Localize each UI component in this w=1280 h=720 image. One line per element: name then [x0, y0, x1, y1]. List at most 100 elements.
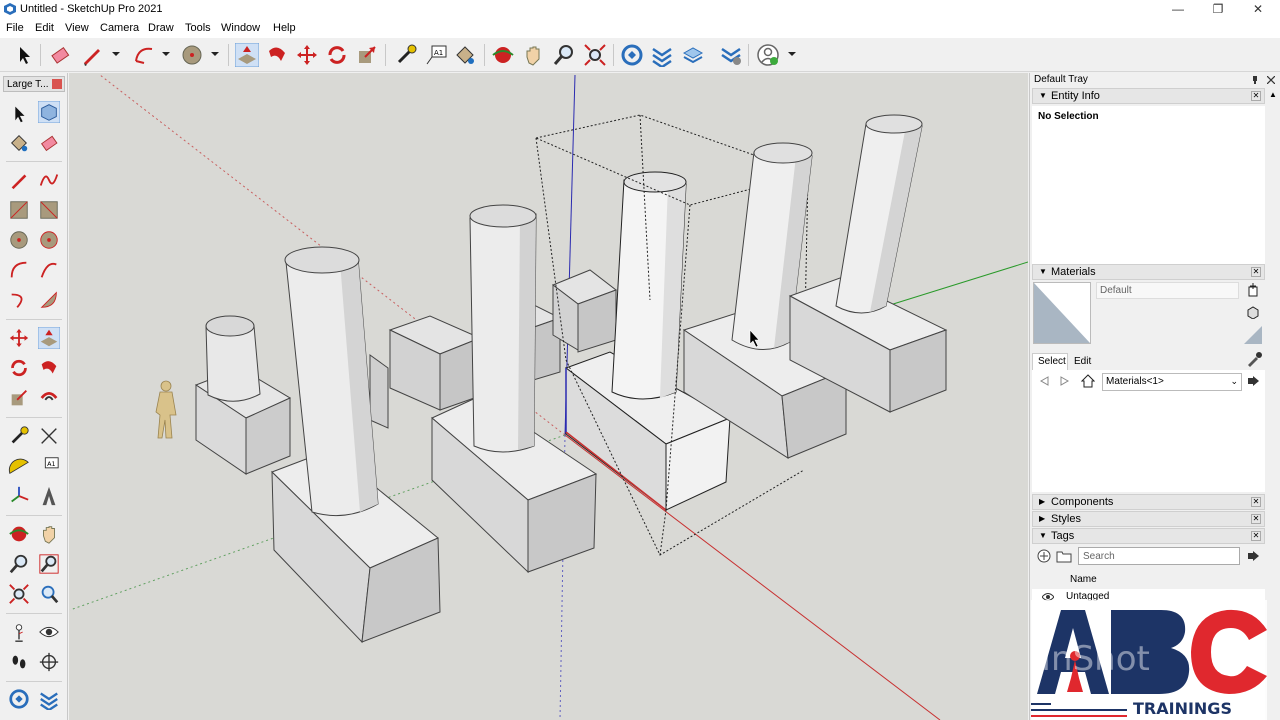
tape-measure-icon[interactable]: [394, 43, 418, 67]
entity-info-header[interactable]: ▼ Entity Info ✕: [1032, 88, 1265, 104]
section-plane-icon[interactable]: [38, 651, 60, 673]
rotate-icon[interactable]: [325, 43, 349, 67]
details-arrow-icon[interactable]: [1248, 375, 1260, 387]
menu-tools[interactable]: Tools: [185, 22, 211, 34]
scale-icon[interactable]: [8, 387, 30, 409]
arc-icon[interactable]: [8, 259, 30, 281]
material-name-field[interactable]: Default: [1096, 282, 1239, 299]
follow-me-icon[interactable]: [38, 357, 60, 379]
close-icon[interactable]: ✕: [1251, 531, 1261, 541]
paint-bucket-icon[interactable]: [453, 43, 477, 67]
tray-scrollbar[interactable]: ▲: [1266, 88, 1280, 718]
pie-icon[interactable]: [38, 289, 60, 311]
offset-icon[interactable]: [38, 387, 60, 409]
axes-icon[interactable]: [8, 485, 30, 507]
zoom-window-icon[interactable]: [38, 553, 60, 575]
close-icon[interactable]: ✕: [1251, 514, 1261, 524]
menu-draw[interactable]: Draw: [148, 22, 174, 34]
details-arrow-icon[interactable]: [1248, 550, 1260, 562]
two-point-arc-icon[interactable]: [38, 259, 60, 281]
styles-header[interactable]: ▶ Styles ✕: [1032, 511, 1265, 527]
previous-view-icon[interactable]: [38, 583, 60, 605]
drawing-viewport[interactable]: [69, 73, 1028, 720]
circle-shape-icon[interactable]: [8, 229, 30, 251]
sample-paint-eyedropper-icon[interactable]: [1246, 351, 1262, 367]
rectangle-icon[interactable]: [8, 199, 30, 221]
zoom-icon[interactable]: [552, 43, 576, 67]
menu-help[interactable]: Help: [273, 22, 296, 34]
pan-hand-icon[interactable]: [521, 43, 545, 67]
warehouse-icon[interactable]: [8, 688, 30, 710]
text-label-icon[interactable]: A1: [38, 455, 60, 477]
close-window-icon[interactable]: ✕: [1238, 0, 1278, 20]
chevron-down-icon[interactable]: [788, 50, 796, 58]
push-pull-icon[interactable]: [38, 327, 60, 349]
zoom-extents-icon[interactable]: [583, 43, 607, 67]
follow-me-icon[interactable]: [265, 43, 289, 67]
walk-footprints-icon[interactable]: [8, 651, 30, 673]
look-around-eye-icon[interactable]: [38, 621, 60, 643]
material-swatch[interactable]: [1033, 282, 1091, 344]
rotate-icon[interactable]: [8, 357, 30, 379]
chevron-down-icon[interactable]: [211, 50, 219, 58]
rotated-rectangle-icon[interactable]: [38, 199, 60, 221]
move-icon[interactable]: [295, 43, 319, 67]
push-pull-icon[interactable]: [235, 43, 259, 67]
freehand-icon[interactable]: [38, 169, 60, 191]
add-tag-icon[interactable]: [1037, 549, 1051, 563]
select-arrow-icon[interactable]: [8, 103, 30, 125]
menu-window[interactable]: Window: [221, 22, 260, 34]
tags-header[interactable]: ▼ Tags ✕: [1032, 528, 1265, 544]
chevron-down-icon[interactable]: [162, 50, 170, 58]
menu-edit[interactable]: Edit: [35, 22, 54, 34]
extension-warehouse-icon[interactable]: [38, 688, 60, 710]
orbit-icon[interactable]: [8, 523, 30, 545]
layout-send-icon[interactable]: [681, 43, 705, 67]
materials-header[interactable]: ▼ Materials ✕: [1032, 264, 1265, 280]
tape-measure-icon[interactable]: [8, 425, 30, 447]
close-icon[interactable]: [52, 79, 62, 89]
pencil-line-icon[interactable]: [8, 169, 30, 191]
pin-icon[interactable]: [1251, 76, 1259, 84]
tags-search-input[interactable]: Search: [1078, 547, 1240, 565]
three-point-arc-icon[interactable]: [8, 289, 30, 311]
close-icon[interactable]: ✕: [1251, 91, 1261, 101]
account-icon[interactable]: [756, 43, 780, 67]
eraser-icon[interactable]: [48, 43, 72, 67]
close-icon[interactable]: [1267, 76, 1275, 84]
warehouse-icon[interactable]: [620, 43, 644, 67]
components-header[interactable]: ▶ Components ✕: [1032, 494, 1265, 510]
orbit-icon[interactable]: [491, 43, 515, 67]
restore-icon[interactable]: ❐: [1198, 0, 1238, 20]
create-material-icon[interactable]: [1246, 283, 1260, 297]
close-icon[interactable]: ✕: [1251, 497, 1261, 507]
select-arrow-icon[interactable]: [12, 43, 36, 67]
eraser-icon[interactable]: [38, 132, 60, 154]
extension-warehouse-icon[interactable]: [650, 43, 674, 67]
home-icon[interactable]: [1081, 374, 1095, 388]
make-component-icon[interactable]: [38, 101, 60, 123]
menu-file[interactable]: File: [6, 22, 24, 34]
arc-icon[interactable]: [132, 43, 156, 67]
zoom-extents-icon[interactable]: [8, 583, 30, 605]
material-preview-icon[interactable]: [1244, 326, 1262, 344]
position-camera-icon[interactable]: [8, 621, 30, 643]
dimension-icon[interactable]: [38, 425, 60, 447]
circle-shape-icon[interactable]: [180, 43, 204, 67]
forward-arrow-icon[interactable]: [1059, 375, 1071, 387]
material-collection-select[interactable]: Materials<1> ⌄: [1102, 373, 1242, 391]
close-icon[interactable]: ✕: [1251, 267, 1261, 277]
move-icon[interactable]: [8, 327, 30, 349]
text-label-icon[interactable]: A1: [424, 43, 448, 67]
add-folder-icon[interactable]: [1056, 549, 1072, 563]
tab-select[interactable]: Select: [1032, 353, 1068, 370]
paint-bucket-icon[interactable]: [8, 132, 30, 154]
menu-camera[interactable]: Camera: [100, 22, 139, 34]
polygon-icon[interactable]: [38, 229, 60, 251]
zoom-icon[interactable]: [8, 553, 30, 575]
chevron-down-icon[interactable]: [112, 50, 120, 58]
menu-view[interactable]: View: [65, 22, 89, 34]
extension-manager-icon[interactable]: [719, 43, 743, 67]
3d-text-icon[interactable]: [38, 485, 60, 507]
minimize-icon[interactable]: —: [1158, 0, 1198, 20]
